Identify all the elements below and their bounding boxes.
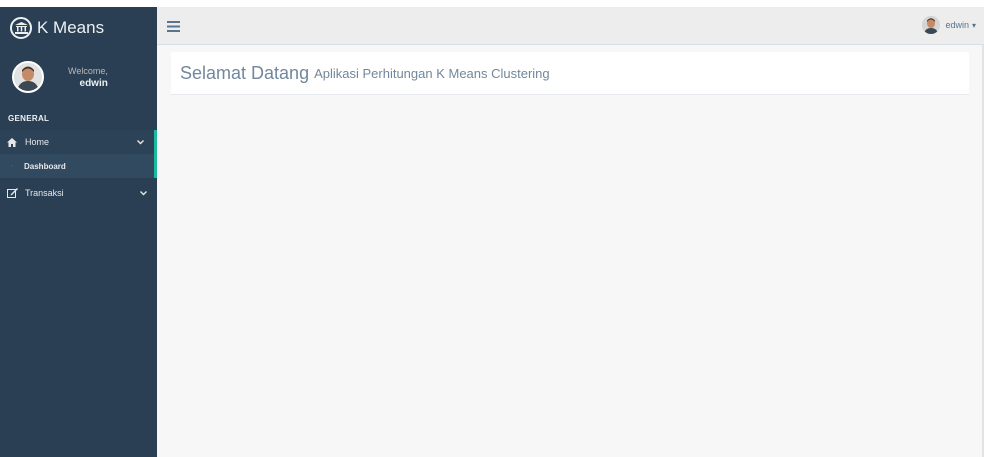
top-navbar: edwin ▾ [157,7,984,45]
sidebar-item-transaksi[interactable]: Transaksi [0,181,157,205]
top-strip [0,0,984,7]
sidebar: K Means Welcome, edwin GENERAL Home Dash… [0,7,157,457]
avatar [12,61,44,93]
avatar [922,16,941,34]
profile: Welcome, edwin [0,48,157,106]
welcome-label: Welcome, [68,65,108,76]
page-subtitle: Aplikasi Perhitungan K Means Clustering [314,65,550,81]
user-menu[interactable]: edwin ▾ [922,16,976,34]
sidebar-subitem-dashboard[interactable]: Dashboard [0,154,157,178]
brand-title: K Means [37,17,105,37]
sidebar-item-label: Home [25,137,50,147]
bank-icon [10,16,32,39]
chevron-down-icon [140,188,147,198]
page-title-box: Selamat Datang Aplikasi Perhitungan K Me… [171,52,969,95]
brand[interactable]: K Means [0,7,157,48]
sidebar-item-label: Transaksi [25,188,64,198]
caret-down-icon: ▾ [971,20,976,30]
hamburger-icon[interactable] [167,19,180,37]
edit-icon [7,188,21,198]
sidebar-item-home[interactable]: Home [0,130,157,154]
menu-section-title: GENERAL [8,114,50,123]
main-content: Selamat Datang Aplikasi Perhitungan K Me… [157,45,984,457]
page-title: Selamat Datang [180,62,310,83]
navbar-user-name: edwin [945,20,969,30]
bullet-icon [11,165,13,167]
profile-user-name: edwin [79,77,108,89]
home-icon [7,137,21,147]
sidebar-subitem-label: Dashboard [24,161,66,171]
chevron-down-icon [137,137,144,147]
